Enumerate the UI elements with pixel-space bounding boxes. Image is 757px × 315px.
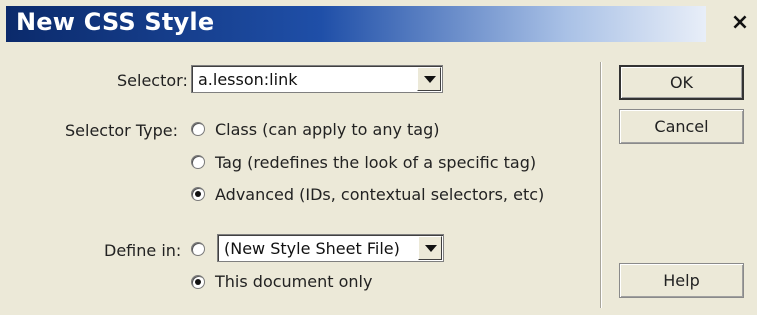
help-button[interactable]: Help bbox=[619, 263, 744, 298]
cancel-button[interactable]: Cancel bbox=[619, 109, 744, 144]
style-sheet-combobox[interactable]: (New Style Sheet File) bbox=[217, 234, 444, 262]
radio-this-document[interactable] bbox=[191, 275, 205, 289]
style-sheet-value: (New Style Sheet File) bbox=[224, 239, 400, 258]
radio-new-style-sheet[interactable] bbox=[191, 242, 205, 256]
selector-value: a.lesson:link bbox=[198, 70, 298, 89]
chevron-down-icon[interactable] bbox=[417, 67, 441, 91]
define-in-label: Define in: bbox=[104, 241, 182, 260]
radio-class[interactable] bbox=[191, 122, 205, 136]
selector-combobox[interactable]: a.lesson:link bbox=[191, 65, 443, 93]
radio-tag[interactable] bbox=[191, 155, 205, 169]
radio-advanced[interactable] bbox=[191, 187, 205, 201]
radio-advanced-label[interactable]: Advanced (IDs, contextual selectors, etc… bbox=[215, 185, 544, 204]
title-bar: New CSS Style bbox=[6, 6, 706, 42]
selector-label: Selector: bbox=[117, 71, 188, 90]
radio-this-document-label[interactable]: This document only bbox=[215, 272, 372, 291]
vertical-divider bbox=[600, 62, 602, 308]
radio-tag-label[interactable]: Tag (redefines the look of a specific ta… bbox=[215, 153, 536, 172]
radio-class-label[interactable]: Class (can apply to any tag) bbox=[215, 120, 440, 139]
dialog-title: New CSS Style bbox=[16, 8, 215, 36]
selector-type-label: Selector Type: bbox=[65, 121, 178, 140]
ok-button[interactable]: OK bbox=[619, 65, 744, 100]
chevron-down-icon[interactable] bbox=[418, 236, 442, 260]
close-icon[interactable]: × bbox=[728, 10, 752, 36]
new-css-style-dialog: New CSS Style × Selector: a.lesson:link … bbox=[0, 0, 757, 315]
